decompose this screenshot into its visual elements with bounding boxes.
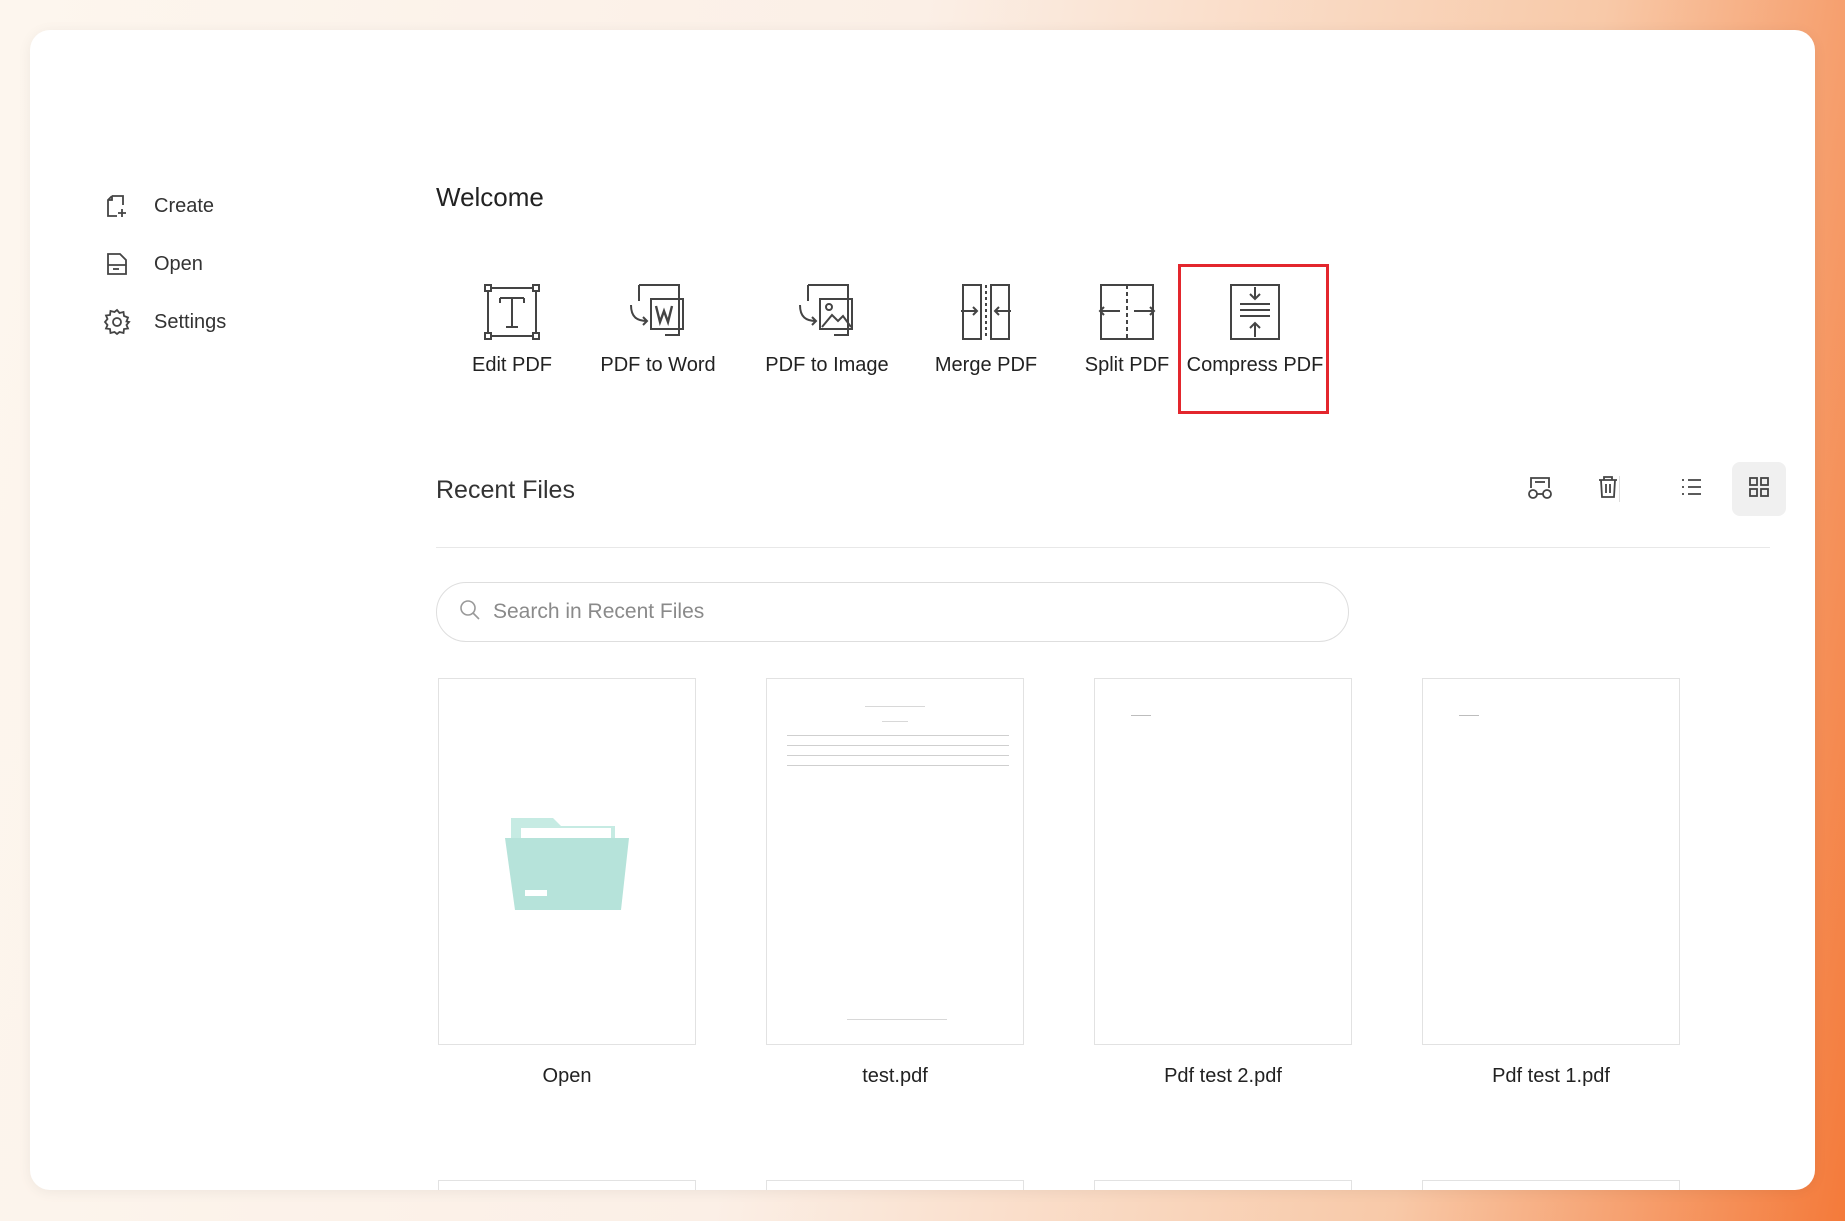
open-file-card[interactable]: Open bbox=[438, 678, 696, 1088]
clean-recent-button[interactable] bbox=[1513, 462, 1567, 516]
pdf-to-word-icon bbox=[626, 280, 690, 344]
highlight-box bbox=[1178, 264, 1329, 414]
sidebar-item-label: Settings bbox=[154, 310, 227, 333]
list-view-button[interactable] bbox=[1664, 462, 1718, 516]
edit-pdf-button[interactable]: Edit PDF bbox=[444, 280, 580, 377]
file-thumbnail bbox=[1094, 678, 1352, 1045]
grid-view-button[interactable] bbox=[1732, 462, 1786, 516]
pdf-to-image-icon bbox=[795, 280, 859, 344]
sidebar-item-open[interactable]: Open bbox=[102, 246, 203, 282]
grid-view-icon bbox=[1747, 475, 1771, 504]
tool-label: Merge PDF bbox=[934, 354, 1038, 376]
file-card-partial[interactable] bbox=[1422, 1180, 1680, 1190]
tool-label: PDF to Image bbox=[765, 354, 889, 376]
page-title: Welcome bbox=[436, 182, 544, 212]
create-file-icon bbox=[102, 191, 132, 221]
gear-icon bbox=[102, 307, 132, 337]
file-thumbnail bbox=[438, 678, 696, 1045]
list-view-icon bbox=[1678, 474, 1704, 505]
search-input[interactable] bbox=[491, 599, 1315, 625]
clean-recent-icon bbox=[1526, 473, 1554, 506]
sidebar-item-label: Create bbox=[154, 194, 215, 217]
pdf-to-word-button[interactable]: PDF to Word bbox=[580, 280, 736, 377]
tool-label: Edit PDF bbox=[471, 354, 553, 376]
file-thumbnail bbox=[1422, 678, 1680, 1045]
open-file-icon bbox=[102, 249, 132, 279]
divider bbox=[436, 547, 1770, 548]
pdf-to-image-button[interactable]: PDF to Image bbox=[744, 280, 910, 377]
file-card[interactable]: test.pdf bbox=[766, 678, 1024, 1088]
file-card-partial[interactable] bbox=[438, 1180, 696, 1190]
tool-label: PDF to Word bbox=[600, 354, 716, 376]
edit-pdf-icon bbox=[480, 280, 544, 344]
tool-label: Split PDF bbox=[1084, 354, 1170, 376]
split-pdf-icon bbox=[1095, 280, 1159, 344]
toolbar-divider bbox=[1619, 476, 1620, 502]
split-pdf-button[interactable]: Split PDF bbox=[1062, 280, 1192, 377]
merge-pdf-button[interactable]: Merge PDF bbox=[918, 280, 1054, 377]
sidebar-item-settings[interactable]: Settings bbox=[102, 304, 226, 340]
trash-icon bbox=[1595, 474, 1621, 505]
file-card-partial[interactable] bbox=[766, 1180, 1024, 1190]
search-icon bbox=[459, 599, 481, 626]
merge-pdf-icon bbox=[954, 280, 1018, 344]
file-card[interactable]: Pdf test 1.pdf bbox=[1422, 678, 1680, 1088]
file-thumbnail bbox=[766, 678, 1024, 1045]
sidebar-item-label: Open bbox=[154, 252, 203, 275]
file-name: Pdf test 2.pdf bbox=[1164, 1065, 1282, 1087]
recent-files-title: Recent Files bbox=[436, 476, 575, 504]
search-bar[interactable] bbox=[436, 582, 1349, 642]
file-name: test.pdf bbox=[862, 1065, 928, 1087]
delete-button[interactable] bbox=[1581, 462, 1635, 516]
file-name: Pdf test 1.pdf bbox=[1492, 1065, 1610, 1087]
app-window: Create Open Settings Welcome Edit PDF PD… bbox=[30, 30, 1815, 1190]
sidebar-item-create[interactable]: Create bbox=[102, 188, 214, 224]
file-card-partial[interactable] bbox=[1094, 1180, 1352, 1190]
file-card[interactable]: Pdf test 2.pdf bbox=[1094, 678, 1352, 1088]
folder-icon bbox=[505, 818, 629, 910]
file-name: Open bbox=[542, 1065, 592, 1087]
